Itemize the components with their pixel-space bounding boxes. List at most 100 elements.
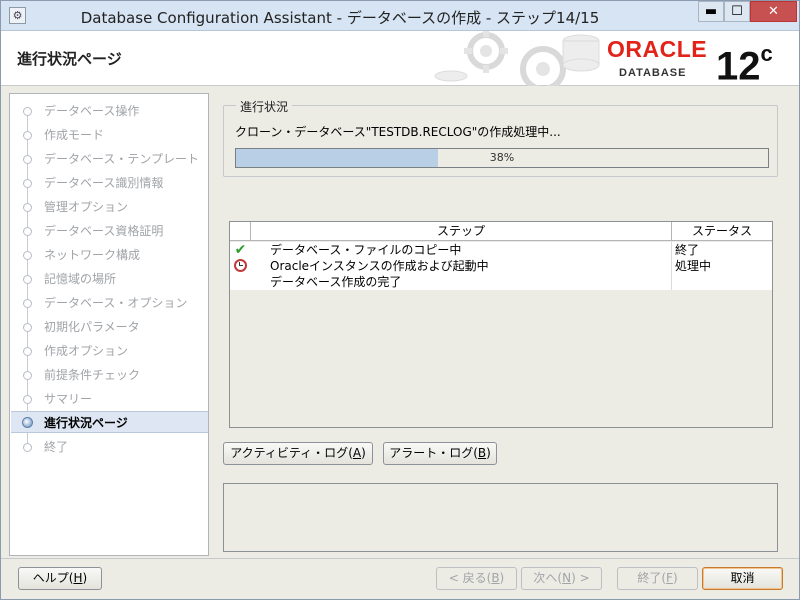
- minimize-button[interactable]: ▬: [698, 1, 724, 22]
- table-row[interactable]: データベース作成の完了: [230, 274, 772, 290]
- table-row[interactable]: Oracleインスタンスの作成および起動中 処理中: [230, 258, 772, 274]
- step-dot-icon: [23, 299, 32, 308]
- version-suffix: c: [760, 41, 773, 66]
- check-icon: ✔: [234, 242, 247, 258]
- progress-group-legend: 進行状況: [236, 98, 293, 115]
- activity-log-label: アクティビティ・ログ: [230, 446, 349, 460]
- nav-item-label: データベース資格証明: [44, 224, 164, 238]
- nav-item-label: 作成モード: [44, 128, 105, 142]
- nav-item-network-configuration[interactable]: ネットワーク構成: [11, 244, 208, 266]
- table-row[interactable]: ✔ データベース・ファイルのコピー中 終了: [230, 242, 772, 258]
- cancel-label: 取消: [730, 571, 755, 585]
- nav-item-database-identification[interactable]: データベース識別情報: [11, 172, 208, 194]
- alert-log-label: アラート・ログ: [389, 446, 474, 460]
- row-step: Oracleインスタンスの作成および起動中: [251, 258, 672, 274]
- row-status: 終了: [675, 243, 700, 257]
- step-dot-icon: [23, 179, 32, 188]
- cancel-button[interactable]: 取消: [702, 567, 783, 590]
- step-dot-icon: [23, 395, 32, 404]
- step-dot-icon: [23, 131, 32, 140]
- nav-item-label: データベース操作: [44, 104, 140, 118]
- column-header-step[interactable]: ステップ: [251, 222, 672, 241]
- nav-item-initialization-parameters[interactable]: 初期化パラメータ: [11, 316, 208, 338]
- step-dot-icon: [23, 107, 32, 116]
- progress-message: クローン・データベース"TESTDB.RECLOG"の作成処理中...: [235, 125, 561, 139]
- next-label: 次へ: [533, 571, 558, 585]
- version-number: 12: [716, 44, 761, 89]
- activity-log-button[interactable]: アクティビティ・ログ(A): [223, 442, 373, 465]
- page-header: 進行状況ページ ORACLE DATABASE 12c: [1, 31, 799, 89]
- nav-item-label: データベース・オプション: [44, 296, 188, 310]
- window-title: Database Configuration Assistant - データベー…: [80, 9, 600, 27]
- nav-item-label: データベース識別情報: [44, 176, 164, 190]
- row-icon-cell: ✔: [230, 242, 251, 258]
- nav-item-label: 初期化パラメータ: [44, 320, 140, 334]
- step-dot-icon: [23, 347, 32, 356]
- nav-item-prerequisite-checks[interactable]: 前提条件チェック: [11, 364, 208, 386]
- back-mnemonic: B: [491, 571, 500, 585]
- step-dot-icon: [23, 443, 32, 452]
- maximize-button[interactable]: ☐: [724, 1, 750, 22]
- oracle-logo-subtext: DATABASE: [619, 67, 687, 79]
- progress-percent-label: 38%: [489, 151, 515, 164]
- finish-mnemonic: F: [666, 571, 673, 585]
- current-step-icon: [22, 417, 33, 428]
- nav-item-progress-page[interactable]: 進行状況ページ: [11, 411, 208, 433]
- nav-item-database-options[interactable]: データベース・オプション: [11, 292, 208, 314]
- nav-item-database-template[interactable]: データベース・テンプレート: [11, 148, 208, 170]
- progress-bar: 38%: [235, 148, 769, 168]
- row-status: 処理中: [675, 259, 712, 273]
- step-dot-icon: [23, 227, 32, 236]
- nav-item-finish[interactable]: 終了: [11, 436, 208, 458]
- steps-table[interactable]: ステップ ステータス ✔ データベース・ファイルのコピー中 終了 Oracleイ…: [229, 221, 773, 428]
- dbca-window: ⚙ Database Configuration Assistant - データ…: [0, 0, 800, 600]
- nav-item-management-options[interactable]: 管理オプション: [11, 196, 208, 218]
- step-dot-icon: [23, 203, 32, 212]
- nav-item-storage-locations[interactable]: 記憶域の場所: [11, 268, 208, 290]
- page-title: 進行状況ページ: [17, 50, 122, 68]
- nav-item-summary[interactable]: サマリー: [11, 388, 208, 410]
- row-step: データベース・ファイルのコピー中: [251, 242, 672, 258]
- nav-item-label: ネットワーク構成: [44, 248, 141, 262]
- close-button[interactable]: ✕: [750, 1, 797, 22]
- footer-divider: [1, 558, 799, 559]
- nav-item-label: 終了: [44, 440, 69, 454]
- version-label: 12c: [716, 35, 773, 89]
- column-header-status[interactable]: ステータス: [672, 222, 772, 241]
- step-dot-icon: [23, 371, 32, 380]
- nav-item-label: 管理オプション: [44, 200, 129, 214]
- finish-button[interactable]: 終了(F): [617, 567, 698, 590]
- row-step: データベース作成の完了: [251, 274, 672, 290]
- gears-graphic: [431, 31, 611, 86]
- help-mnemonic: H: [73, 571, 83, 585]
- back-label: < 戻る: [448, 571, 487, 585]
- clock-icon: [234, 259, 247, 272]
- nav-item-creation-mode[interactable]: 作成モード: [11, 124, 208, 146]
- details-text-area[interactable]: [223, 483, 778, 552]
- step-dot-icon: [23, 251, 32, 260]
- row-icon-cell: [230, 274, 251, 290]
- nav-item-label: 作成オプション: [44, 344, 129, 358]
- step-dot-icon: [23, 275, 32, 284]
- step-navigation: データベース操作 作成モード データベース・テンプレート データベース識別情報 …: [9, 93, 209, 556]
- app-icon[interactable]: ⚙: [9, 7, 26, 24]
- row-icon-cell: [230, 258, 251, 274]
- title-bar[interactable]: ⚙ Database Configuration Assistant - データ…: [1, 1, 799, 31]
- alert-log-button[interactable]: アラート・ログ(B): [383, 442, 497, 465]
- step-dot-icon: [23, 323, 32, 332]
- alert-log-mnemonic: B: [477, 446, 487, 460]
- column-header-icon[interactable]: [230, 222, 251, 241]
- nav-item-database-operation[interactable]: データベース操作: [11, 100, 208, 122]
- nav-item-label: 進行状況ページ: [44, 416, 128, 430]
- activity-log-mnemonic: A: [352, 446, 362, 460]
- help-button[interactable]: ヘルプ(H): [18, 567, 102, 590]
- nav-item-label: サマリー: [44, 392, 93, 406]
- back-button[interactable]: < 戻る(B): [436, 567, 517, 590]
- nav-item-database-credentials[interactable]: データベース資格証明: [11, 220, 208, 242]
- finish-label: 終了: [637, 571, 662, 585]
- nav-item-label: 記憶域の場所: [44, 272, 117, 286]
- next-button[interactable]: 次へ(N) >: [521, 567, 602, 590]
- next-arrow: >: [579, 571, 590, 585]
- help-label: ヘルプ: [32, 571, 69, 585]
- nav-item-creation-options[interactable]: 作成オプション: [11, 340, 208, 362]
